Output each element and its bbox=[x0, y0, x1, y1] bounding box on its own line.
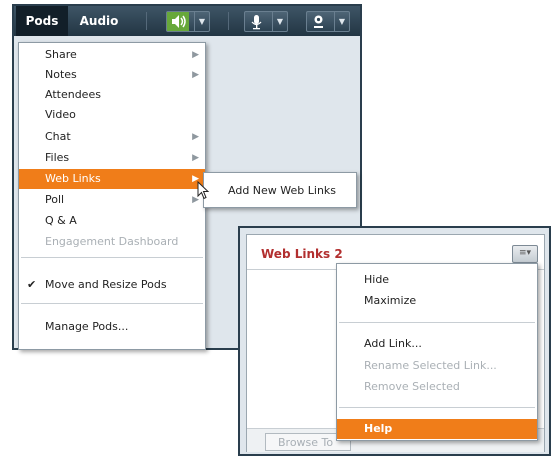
menu-item-add-link[interactable]: Add Link... bbox=[337, 334, 537, 354]
menu-divider bbox=[21, 257, 203, 258]
menu-item-label: Manage Pods... bbox=[45, 320, 129, 333]
menu-item-chat[interactable]: Chat ▶ bbox=[19, 127, 205, 147]
menu-item-rename-selected-link: Rename Selected Link... bbox=[337, 356, 537, 376]
menu-item-label: Engagement Dashboard bbox=[45, 235, 179, 248]
menu-item-label: Rename Selected Link... bbox=[364, 359, 497, 372]
pods-menu-button[interactable]: Pods bbox=[16, 6, 68, 36]
menu-item-video[interactable]: Video bbox=[19, 105, 205, 125]
toolbar-divider bbox=[146, 12, 147, 30]
menu-bar: Pods Audio ▼ ▼ ▼ bbox=[14, 6, 360, 36]
menu-item-label: Add New Web Links bbox=[228, 184, 337, 197]
webcam-button[interactable]: ▼ bbox=[306, 11, 350, 32]
menu-item-files[interactable]: Files ▶ bbox=[19, 148, 205, 168]
menu-item-help[interactable]: Help bbox=[337, 419, 537, 439]
submenu-arrow-icon: ▶ bbox=[192, 50, 199, 60]
checkmark-icon: ✔ bbox=[27, 278, 37, 291]
menu-item-notes[interactable]: Notes ▶ bbox=[19, 65, 205, 85]
menu-item-manage-pods[interactable]: Manage Pods... bbox=[19, 317, 205, 337]
menu-item-label: Help bbox=[364, 422, 393, 435]
submenu-arrow-icon: ▶ bbox=[192, 132, 199, 142]
menu-item-label: Files bbox=[45, 151, 70, 164]
speaker-icon bbox=[167, 12, 189, 31]
menu-item-remove-selected: Remove Selected bbox=[337, 377, 537, 397]
menu-item-label: Maximize bbox=[364, 294, 417, 307]
menu-item-poll[interactable]: Poll ▶ bbox=[19, 190, 205, 210]
menu-item-label: Move and Resize Pods bbox=[45, 278, 167, 291]
submenu-arrow-icon: ▶ bbox=[192, 153, 199, 163]
menu-item-label: Attendees bbox=[45, 88, 101, 101]
microphone-button[interactable]: ▼ bbox=[244, 11, 288, 32]
menu-item-label: Poll bbox=[45, 193, 65, 206]
menu-item-share[interactable]: Share ▶ bbox=[19, 45, 205, 65]
menu-item-engagement-dashboard: Engagement Dashboard bbox=[19, 232, 205, 252]
pod-options-menu: Hide Maximize Add Link... Rename Selecte… bbox=[336, 263, 538, 441]
menu-item-label: Remove Selected bbox=[364, 380, 460, 393]
submenu-arrow-icon: ▶ bbox=[192, 70, 199, 80]
menu-item-web-links[interactable]: Web Links ▶ bbox=[19, 169, 205, 189]
menu-item-move-and-resize-pods[interactable]: ✔ Move and Resize Pods bbox=[19, 275, 205, 295]
menu-item-label: Web Links bbox=[45, 172, 101, 185]
webcam-icon bbox=[307, 12, 329, 31]
menu-item-label: Add Link... bbox=[364, 337, 422, 350]
menu-item-add-new-web-links[interactable]: Add New Web Links bbox=[203, 172, 357, 208]
pods-menu: Share ▶ Notes ▶ Attendees Video Chat ▶ F… bbox=[18, 42, 206, 350]
menu-divider bbox=[21, 303, 203, 304]
mouse-cursor-icon bbox=[197, 180, 211, 201]
menu-item-label: Hide bbox=[364, 273, 390, 286]
menu-divider bbox=[339, 322, 535, 323]
menu-item-attendees[interactable]: Attendees bbox=[19, 85, 205, 105]
pod-title: Web Links 2 bbox=[261, 247, 343, 261]
microphone-dropdown-icon[interactable]: ▼ bbox=[272, 12, 287, 31]
menu-item-maximize[interactable]: Maximize bbox=[337, 291, 537, 311]
speaker-dropdown-icon[interactable]: ▼ bbox=[194, 12, 209, 31]
menu-item-label: Share bbox=[45, 48, 77, 61]
menu-divider bbox=[339, 407, 535, 408]
menu-item-q-and-a[interactable]: Q & A bbox=[19, 211, 205, 231]
menu-item-hide[interactable]: Hide bbox=[337, 270, 537, 290]
speaker-button[interactable]: ▼ bbox=[166, 11, 210, 32]
menu-item-label: Chat bbox=[45, 130, 71, 143]
menu-item-label: Notes bbox=[45, 68, 77, 81]
webcam-dropdown-icon[interactable]: ▼ bbox=[334, 12, 349, 31]
menu-item-label: Q & A bbox=[45, 214, 77, 227]
microphone-icon bbox=[245, 12, 267, 31]
pod-options-button[interactable]: ≡▾ bbox=[512, 245, 538, 263]
toolbar-divider bbox=[228, 12, 229, 30]
pod-options-icon: ≡▾ bbox=[518, 248, 532, 258]
audio-menu-button[interactable]: Audio bbox=[74, 6, 124, 36]
menu-item-label: Video bbox=[45, 108, 76, 121]
